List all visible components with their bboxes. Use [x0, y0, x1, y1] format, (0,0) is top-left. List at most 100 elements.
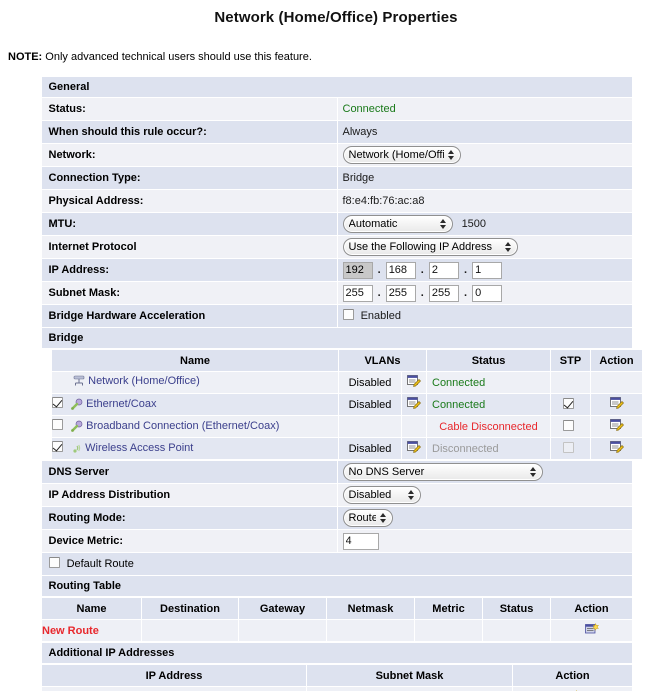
ip-octet-2[interactable] — [385, 261, 416, 279]
edit-list-icon[interactable] — [407, 397, 421, 412]
network-select-wrap: Network (Home/Office) — [342, 144, 461, 166]
note-text: Only advanced technical users should use… — [45, 51, 312, 63]
add-new-icon[interactable] — [584, 622, 599, 638]
row-connection-type: Connection Type: Bridge — [40, 166, 633, 190]
mask-dot: . — [377, 287, 381, 299]
bridge-row-stp — [550, 371, 591, 394]
ethernet-plug-icon — [70, 420, 83, 435]
mask-octet-1[interactable] — [342, 284, 373, 302]
dns-server-select[interactable]: No DNS Server — [342, 463, 543, 482]
bridge-row-select-checkbox[interactable] — [52, 418, 63, 430]
routing-row-gateway — [238, 619, 327, 642]
edit-list-icon[interactable] — [407, 441, 421, 456]
bridge-row-action[interactable] — [590, 415, 643, 438]
routing-row-netmask — [326, 619, 415, 642]
bridge-row-stp-checkbox[interactable] — [563, 442, 574, 453]
ip-octet-3[interactable] — [428, 261, 459, 279]
device-metric-label: Device Metric: — [48, 535, 124, 547]
ip-octet-1[interactable] — [342, 261, 373, 279]
page-title: Network (Home/Office) Properties — [214, 9, 458, 26]
bridge-col-status: Status — [426, 349, 551, 372]
routing-row-action[interactable] — [550, 619, 633, 642]
ethernet-plug-icon — [70, 398, 83, 413]
dns-server-label: DNS Server — [48, 466, 110, 478]
bridge-row-stp-checkbox[interactable] — [563, 420, 574, 431]
bridge-row-vlans: Disabled — [338, 371, 402, 394]
internet-protocol-select-wrap: Use the Following IP Address — [342, 236, 518, 258]
default-route-checkbox[interactable] — [48, 557, 60, 568]
edit-list-icon[interactable] — [609, 419, 624, 434]
section-header-additional-ips: Additional IP Addresses — [40, 642, 633, 664]
device-metric-input[interactable] — [342, 532, 379, 550]
internet-protocol-select[interactable]: Use the Following IP Address — [342, 238, 518, 257]
mtu-select-wrap: Automatic — [342, 213, 453, 235]
row-bridge-hw-accel: Bridge Hardware Acceleration Enabled — [40, 304, 633, 328]
row-ip-address: IP Address: . . . — [40, 258, 633, 282]
section-routing-table-label: Routing Table — [41, 576, 632, 596]
edit-list-icon[interactable] — [407, 375, 421, 390]
bridge-row-select-checkbox[interactable] — [52, 440, 63, 452]
status-label: Status: — [48, 103, 86, 115]
network-select[interactable]: Network (Home/Office) — [342, 146, 461, 165]
ip-distribution-select[interactable]: Disabled — [342, 486, 421, 505]
bridge-hw-accel-checkbox-label: Enabled — [360, 310, 401, 322]
bridge-row-action[interactable] — [590, 437, 643, 460]
new-route-link[interactable]: New Route — [42, 625, 99, 637]
mask-octet-3[interactable] — [428, 284, 459, 302]
row-internet-protocol: Internet Protocol Use the Following IP A… — [40, 235, 633, 259]
row-subnet-mask: Subnet Mask: . . . — [40, 281, 633, 305]
page-root: Network (Home/Office) Properties NOTE: O… — [0, 0, 672, 691]
ip-address-octets: . . . — [338, 259, 632, 281]
additional-row-action[interactable] — [512, 686, 633, 691]
routing-mode-select[interactable]: Route — [342, 509, 393, 528]
wireless-signal-icon — [70, 442, 82, 457]
bridge-col-name: Name — [51, 349, 339, 372]
bridge-row-name-cell: Ethernet/Coax — [51, 393, 339, 416]
bridge-hw-accel-label: Bridge Hardware Acceleration — [48, 310, 206, 322]
bridge-row-name: Broadband Connection (Ethernet/Coax) — [86, 419, 280, 432]
note-label: NOTE: — [8, 51, 43, 63]
mask-octet-4[interactable] — [472, 284, 503, 302]
edit-list-icon[interactable] — [609, 397, 624, 412]
routing-row-destination — [141, 619, 239, 642]
row-bridge-table: Name VLANs Status STP Action Network (Ho… — [41, 348, 643, 461]
section-header-bridge: Bridge — [40, 327, 633, 349]
row-network: Network: Network (Home/Office) — [40, 143, 633, 167]
section-general-label: General — [41, 77, 632, 97]
ip-distribution-select-wrap: Disabled — [342, 484, 421, 506]
edit-list-icon[interactable] — [609, 441, 624, 456]
bridge-hw-accel-checkbox[interactable] — [342, 309, 354, 320]
routing-col-name: Name — [41, 597, 142, 620]
ip-address-label: IP Address: — [48, 264, 110, 276]
mask-dot: . — [463, 287, 467, 299]
bridge-row-status: Connected — [432, 376, 486, 389]
bridge-row-action[interactable] — [590, 393, 643, 416]
additional-col-subnet-mask: Subnet Mask — [306, 664, 513, 687]
additional-col-action: Action — [512, 664, 633, 687]
bridge-row-status: Disconnected — [432, 442, 499, 455]
section-header-routing-table: Routing Table — [40, 575, 633, 597]
bridge-row-vlans-action[interactable] — [401, 437, 427, 460]
additional-col-ip-address: IP Address — [41, 664, 307, 687]
bridge-row-name-cell: Network (Home/Office) — [51, 371, 339, 394]
mtu-select[interactable]: Automatic — [342, 215, 453, 234]
bridge-row-vlans: Disabled — [338, 393, 402, 416]
bridge-row-select-checkbox[interactable] — [52, 396, 63, 408]
status-value: Connected — [342, 103, 396, 115]
bridge-row-vlans-action[interactable] — [401, 371, 427, 394]
routing-table: Name Destination Gateway Netmask Metric … — [41, 597, 633, 642]
physical-address-value: f8:e4:fb:76:ac:a8 — [342, 195, 425, 207]
mask-octet-2[interactable] — [385, 284, 416, 302]
bridge-row-stp — [550, 415, 591, 438]
ip-octet-4[interactable] — [472, 261, 503, 279]
connection-type-label: Connection Type: — [48, 172, 141, 184]
rule-occurrence-label: When should this rule occur?: — [48, 126, 207, 138]
bridge-row-stp-checkbox[interactable] — [563, 398, 574, 409]
row-status: Status: Connected — [40, 97, 633, 121]
bridge-row-name-cell: Wireless Access Point — [51, 437, 339, 460]
properties-table: General Status: Connected When should th… — [40, 76, 643, 691]
rule-occurrence-value: Always — [342, 126, 378, 138]
routing-table-header-row: Name Destination Gateway Netmask Metric … — [41, 597, 633, 620]
mask-dot: . — [420, 287, 424, 299]
bridge-row-vlans-action[interactable] — [401, 393, 427, 416]
